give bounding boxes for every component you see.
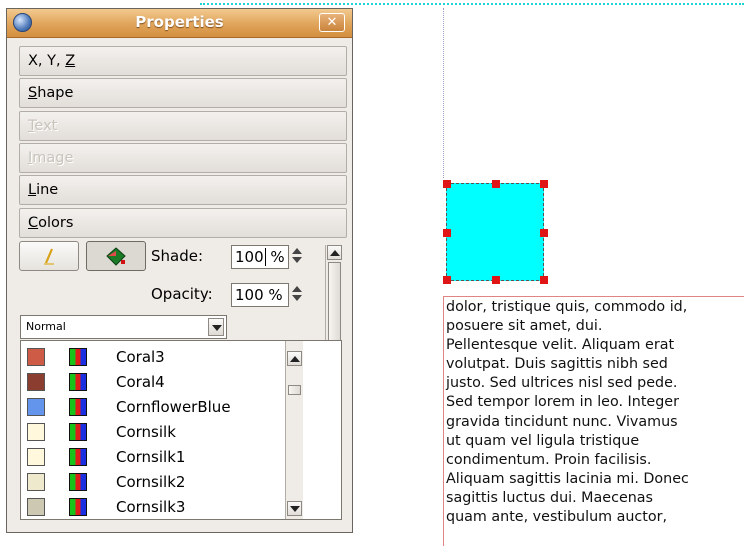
color-swatch: [27, 448, 45, 466]
color-list-scrollbar[interactable]: [285, 341, 303, 519]
paint-bucket-icon: [106, 247, 126, 266]
window-title: Properties: [135, 13, 224, 31]
properties-window: Properties ✕ X, Y, Z Shape Text Image Li…: [6, 8, 353, 533]
list-item[interactable]: Coral4: [21, 370, 301, 395]
shade-input[interactable]: 100 %: [231, 245, 289, 269]
scroll-up-button[interactable]: [327, 245, 342, 260]
opacity-input[interactable]: 100 %: [231, 283, 289, 307]
list-item[interactable]: CornflowerBlue: [21, 395, 301, 420]
resize-handle-right[interactable]: [540, 229, 548, 237]
list-scroll-down-button[interactable]: [287, 501, 302, 516]
resize-handle-bottom-left[interactable]: [443, 276, 451, 284]
section-image: Image: [19, 143, 347, 173]
opacity-spinner[interactable]: [290, 283, 304, 307]
color-swatch: [27, 423, 45, 441]
close-button[interactable]: ✕: [319, 13, 345, 32]
opacity-label: Opacity:: [151, 285, 213, 303]
resize-handle-top-left[interactable]: [443, 180, 451, 188]
list-scrollbar-thumb[interactable]: [288, 385, 301, 395]
list-item[interactable]: Coral3: [21, 345, 301, 370]
blend-mode-select[interactable]: Normal: [20, 315, 227, 339]
rgb-icon: [69, 398, 87, 416]
list-item[interactable]: Cornsilk2: [21, 470, 301, 495]
rgb-icon: [69, 473, 87, 491]
guide-line: [443, 8, 444, 178]
rgb-icon: [69, 498, 87, 516]
pencil-icon: [44, 248, 54, 265]
shade-label: Shade:: [151, 247, 204, 265]
resize-handle-bottom-right[interactable]: [540, 276, 548, 284]
blend-mode-value: Normal: [26, 320, 66, 333]
text-frame-content: dolor, tristique quis, commodo id, posue…: [446, 299, 689, 526]
list-item[interactable]: Cornsilk1: [21, 445, 301, 470]
color-swatch: [27, 473, 45, 491]
section-shape[interactable]: Shape: [19, 78, 347, 108]
list-scroll-up-button[interactable]: [287, 351, 302, 366]
resize-handle-bottom[interactable]: [492, 276, 500, 284]
title-bar[interactable]: Properties ✕: [7, 9, 352, 38]
section-colors[interactable]: Colors: [19, 208, 347, 238]
color-swatch: [27, 498, 45, 516]
rgb-icon: [69, 348, 87, 366]
color-swatch: [27, 373, 45, 391]
section-line[interactable]: Line: [19, 175, 347, 205]
rgb-icon: [69, 423, 87, 441]
list-item[interactable]: Cornsilk: [21, 420, 301, 445]
rgb-icon: [69, 448, 87, 466]
color-swatch: [27, 348, 45, 366]
color-swatch: [27, 398, 45, 416]
rgb-icon: [69, 373, 87, 391]
text-frame[interactable]: dolor, tristique quis, commodo id, posue…: [443, 296, 744, 546]
fill-color-button[interactable]: [86, 241, 146, 271]
line-color-button[interactable]: [19, 241, 79, 271]
frame-border-top: [200, 3, 744, 5]
resize-handle-top-right[interactable]: [540, 180, 548, 188]
shade-spinner[interactable]: [290, 245, 304, 269]
selected-rectangle-shape[interactable]: [446, 183, 544, 281]
chevron-down-icon[interactable]: [208, 318, 224, 336]
section-text: Text: [19, 111, 347, 141]
list-item[interactable]: Cornsilk3: [21, 495, 301, 519]
color-list[interactable]: Coral3 Coral4 CornflowerBlue Cornsilk Co…: [20, 340, 342, 520]
section-xyz[interactable]: X, Y, Z: [19, 46, 347, 76]
resize-handle-left[interactable]: [443, 229, 451, 237]
resize-handle-top[interactable]: [492, 180, 500, 188]
